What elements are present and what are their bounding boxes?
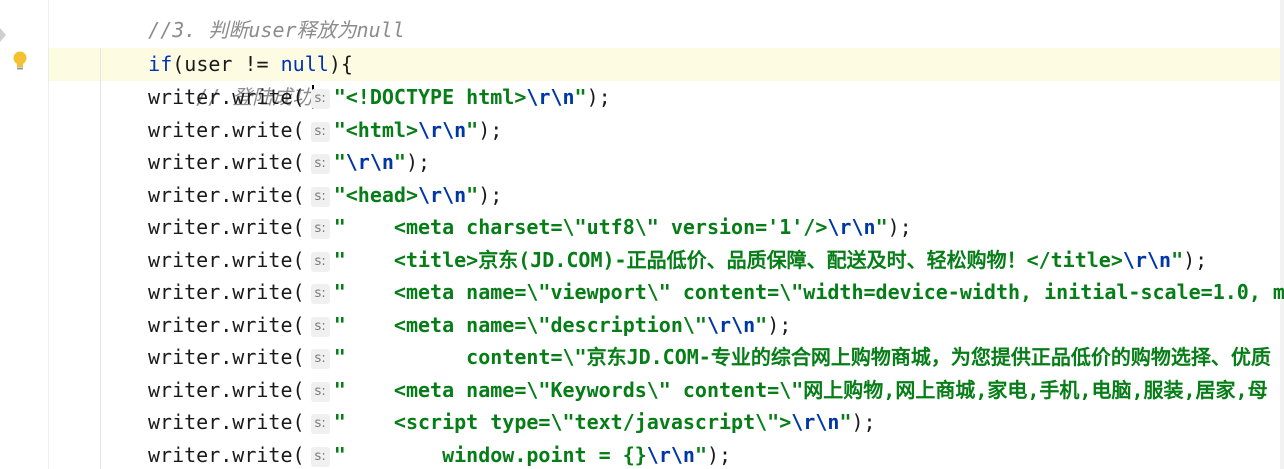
- code-line-writer-write: writer.write(s: "<html>\r\n");: [148, 114, 502, 146]
- fold-marker-icon[interactable]: [0, 28, 6, 42]
- string-quote: ": [393, 150, 406, 174]
- string-literal: " content=\"京东JD.COM-专业的综合网上购物商城，为您提供正品低…: [333, 345, 1271, 369]
- parameter-hint: s:: [310, 186, 330, 207]
- escape-sequence: \r\n: [791, 410, 840, 434]
- statement-end: );: [405, 150, 431, 174]
- escape-sequence: \r\n: [345, 150, 394, 174]
- method-call: writer.write(: [148, 215, 305, 239]
- method-call: writer.write(: [148, 410, 305, 434]
- method-call: writer.write(: [148, 442, 305, 467]
- statement-end: );: [586, 85, 611, 109]
- code-line-writer-write: writer.write(s: " <meta name=\"descriptio…: [148, 309, 791, 341]
- parameter-hint: s:: [310, 446, 330, 467]
- statement-end: );: [887, 215, 912, 239]
- string-literal: " window.point = {}: [333, 442, 647, 467]
- parameter-hint: s:: [310, 251, 330, 272]
- editor-scrollbar[interactable]: [1280, 0, 1284, 469]
- code-line-writer-write: writer.write(s: " <meta name=\"Keywords\"…: [148, 374, 1268, 406]
- code-line-writer-write: writer.write(s: " content=\"京东JD.COM-专业的综…: [148, 341, 1271, 373]
- string-literal: " <script type=\"text/javascript\">: [333, 410, 792, 434]
- code-line-writer-write: writer.write(s: " <meta charset=\"utf8\" …: [148, 211, 912, 243]
- string-quote: ": [466, 182, 479, 207]
- parameter-hint: s:: [310, 154, 330, 174]
- string-quote: ": [466, 117, 479, 142]
- code-line-writer-write: writer.write(s: " <script type=\"text/jav…: [148, 406, 876, 438]
- parameter-hint: s:: [310, 381, 330, 402]
- parameter-hint: s:: [310, 121, 330, 142]
- statement-end: );: [1183, 247, 1208, 272]
- parameter-hint: s:: [310, 414, 330, 434]
- if-brace: ){: [328, 52, 353, 76]
- string-literal: " <title>京东(JD.COM)-正品低价、品质保障、配送及时、轻松购物！…: [333, 247, 1123, 272]
- parameter-hint: s:: [310, 316, 330, 337]
- string-quote: ": [839, 410, 852, 434]
- method-call: writer.write(: [148, 312, 305, 337]
- escape-sequence: \r\n: [526, 85, 575, 109]
- escape-sequence: \r\n: [1122, 247, 1172, 272]
- parameter-hint: s:: [310, 284, 330, 304]
- method-call: writer.write(: [148, 85, 305, 109]
- editor-gutter[interactable]: [0, 0, 48, 469]
- method-call: writer.write(: [148, 280, 305, 304]
- statement-end: );: [478, 117, 503, 142]
- escape-sequence: \r\n: [706, 312, 756, 337]
- string-quote: ": [755, 312, 768, 337]
- parameter-hint: s:: [310, 349, 330, 369]
- string-literal: ": [333, 150, 346, 174]
- statement-end: );: [851, 410, 876, 434]
- code-line-writer-write: writer.write(s: " <title>京东(JD.COM)-正品低价、…: [148, 244, 1207, 276]
- method-call: writer.write(: [148, 377, 305, 402]
- string-literal: " <meta name=\"Keywords\" content=\"网上购物…: [333, 377, 1268, 402]
- method-call: writer.write(: [148, 117, 305, 142]
- statement-end: );: [767, 312, 792, 337]
- string-literal: " <meta name=\"description\": [333, 312, 707, 337]
- code-editor[interactable]: //3. 判断user释放为null if(user != null){ // …: [0, 0, 1284, 469]
- method-call: writer.write(: [148, 247, 305, 272]
- statement-end: );: [707, 442, 732, 467]
- string-quote: ": [1171, 247, 1184, 272]
- code-line-if: if(user != null){: [100, 16, 353, 76]
- escape-sequence: \r\n: [646, 442, 695, 467]
- string-literal: " <meta name=\"viewport\" content=\"widt…: [333, 280, 1284, 304]
- string-literal: "<head>: [333, 182, 418, 207]
- escape-sequence: \r\n: [827, 215, 876, 239]
- statement-end: );: [478, 182, 503, 207]
- string-literal: "<html>: [333, 117, 418, 142]
- string-literal: "<!DOCTYPE html>: [333, 85, 527, 109]
- code-line-writer-write: writer.write(s: "<head>\r\n");: [148, 179, 502, 211]
- string-quote: ": [875, 215, 888, 239]
- method-call: writer.write(: [148, 345, 305, 369]
- code-line-writer-write: writer.write(s: " window.point = {}\r\n")…: [148, 439, 731, 469]
- code-line-writer-write: writer.write(s: "\r\n");: [148, 146, 430, 178]
- method-call: writer.write(: [148, 150, 305, 174]
- string-quote: ": [574, 85, 587, 109]
- code-line-comment: // 登陆成功: [148, 49, 315, 109]
- escape-sequence: \r\n: [418, 117, 467, 142]
- code-line-writer-write: writer.write(s: "<!DOCTYPE html>\r\n");: [148, 81, 611, 113]
- method-call: writer.write(: [148, 182, 305, 207]
- string-literal: " <meta charset=\"utf8\" version='1'/>: [333, 215, 828, 239]
- parameter-hint: s:: [310, 219, 330, 239]
- escape-sequence: \r\n: [418, 182, 467, 207]
- string-quote: ": [694, 442, 707, 467]
- code-line-comment-top: //3. 判断user释放为null: [100, 0, 405, 42]
- parameter-hint: s:: [310, 89, 330, 109]
- lightbulb-icon[interactable]: [11, 50, 29, 72]
- code-line-writer-write: writer.write(s: " <meta name=\"viewport\"…: [148, 276, 1284, 308]
